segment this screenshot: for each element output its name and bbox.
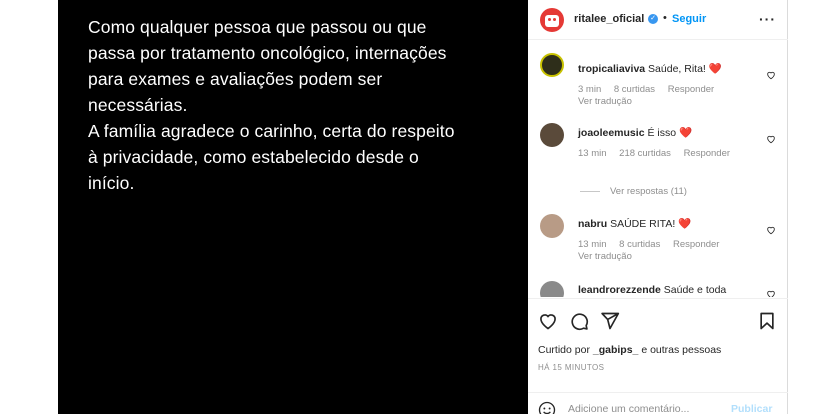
page-background-right (789, 0, 828, 414)
avatar[interactable] (540, 8, 564, 32)
post-timestamp[interactable]: HÁ 15 MINUTOS (538, 363, 604, 372)
replies-divider (580, 190, 600, 192)
heart-emoji-icon: ❤️ (678, 127, 693, 139)
comment-input[interactable] (568, 403, 718, 414)
comment-likes[interactable]: 8 curtidas (614, 84, 655, 95)
header-separator: • (663, 12, 667, 24)
comment-username[interactable]: tropicaliaviva (578, 63, 645, 75)
post-image[interactable]: Como qualquer pessoa que passou ou que p… (58, 0, 528, 414)
instagram-post-modal: Como qualquer pessoa que passou ou que p… (0, 0, 828, 414)
comment-time: 13 min (578, 148, 607, 159)
reply-button[interactable]: Responder (668, 84, 714, 95)
others-link[interactable]: e outras pessoas (641, 344, 721, 356)
comment-username[interactable]: leandrorezzende (578, 284, 661, 296)
like-heart-icon[interactable] (538, 311, 558, 331)
comment-username[interactable]: nabru (578, 218, 607, 230)
comment-text: Saúde e toda (663, 284, 727, 296)
verified-badge-icon: ✓ (648, 14, 658, 24)
heart-icon[interactable] (766, 134, 776, 144)
comment-time: 13 min (578, 239, 607, 250)
see-translation-link[interactable]: Ver tradução (578, 251, 632, 262)
comment-time: 3 min (578, 84, 602, 95)
publish-button[interactable]: Publicar (731, 403, 772, 414)
post-image-text: Como qualquer pessoa que passou ou que p… (88, 17, 455, 193)
comment-username[interactable]: joaoleemusic (578, 127, 645, 139)
add-comment-bar: Publicar (528, 392, 788, 414)
view-replies-button[interactable]: Ver respostas (11) (580, 186, 687, 197)
comment-text: É isso (647, 127, 677, 139)
heart-icon[interactable] (766, 70, 776, 80)
emoji-icon[interactable] (538, 401, 556, 414)
avatar[interactable] (540, 53, 564, 77)
post-header: ritalee_oficial ✓ • Seguir ··· (528, 0, 788, 40)
heart-emoji-icon: ❤️ (708, 63, 722, 75)
more-options-icon[interactable]: ··· (759, 11, 776, 27)
reply-button[interactable]: Responder (673, 239, 719, 250)
heart-emoji-icon: ❤️ (678, 218, 692, 230)
reply-button[interactable]: Responder (684, 148, 730, 159)
comment-likes[interactable]: 8 curtidas (619, 239, 660, 250)
comment-text: Saúde, Rita! (648, 63, 706, 75)
avatar[interactable] (540, 123, 564, 147)
heart-icon[interactable] (766, 225, 776, 235)
save-bookmark-icon[interactable] (757, 311, 777, 331)
comment-text: SAÚDE RITA! (610, 218, 676, 230)
avatar[interactable] (540, 281, 564, 297)
post-actions-bar (528, 298, 788, 342)
comment-bubble-icon[interactable] (569, 311, 589, 331)
comment-likes[interactable]: 218 curtidas (619, 148, 671, 159)
heart-icon[interactable] (766, 289, 776, 297)
liked-by-text: Curtido por _gabips_ e outras pessoas (538, 344, 722, 356)
liked-by-username[interactable]: _gabips_ (593, 344, 639, 356)
see-translation-link[interactable]: Ver tradução (578, 96, 632, 107)
follow-button[interactable]: Seguir (672, 13, 706, 25)
avatar[interactable] (540, 214, 564, 238)
post-sidebar: ritalee_oficial ✓ • Seguir ··· tropicali… (528, 0, 788, 414)
comments-list[interactable]: tropicaliaviva Saúde, Rita! ❤️ 3 min 8 c… (528, 41, 788, 297)
post-author-username[interactable]: ritalee_oficial (574, 13, 644, 25)
share-send-icon[interactable] (600, 311, 620, 331)
